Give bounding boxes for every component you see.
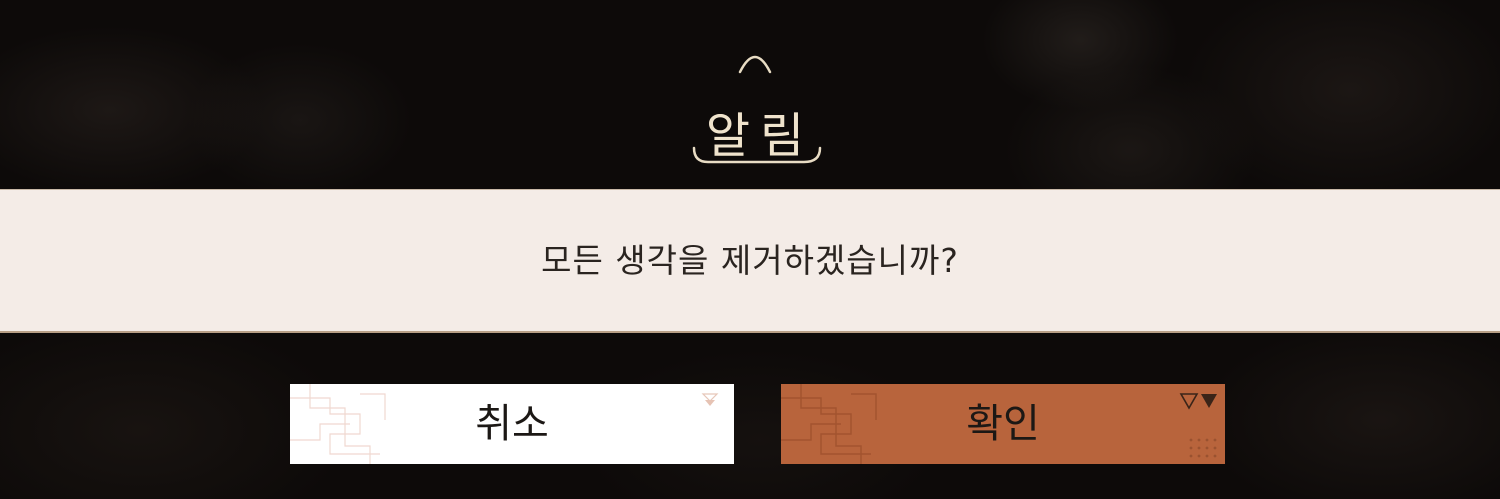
cancel-button-label: 취소 [475, 401, 549, 447]
cancel-button[interactable]: 취소 [290, 384, 734, 464]
dialog-message: 모든 생각을 제거하겠습니까? [541, 241, 959, 280]
confirm-button[interactable]: 확인 [781, 384, 1225, 464]
message-band: 모든 생각을 제거하겠습니까? [0, 189, 1500, 333]
confirm-button-label: 확인 [966, 401, 1040, 447]
notification-dialog-screen: 알림 모든 생각을 제거하겠습니까? 취소 확인 [0, 0, 1500, 499]
dialog-title-emblem: 알림 [680, 40, 830, 170]
dialog-title: 알림 [705, 108, 815, 164]
